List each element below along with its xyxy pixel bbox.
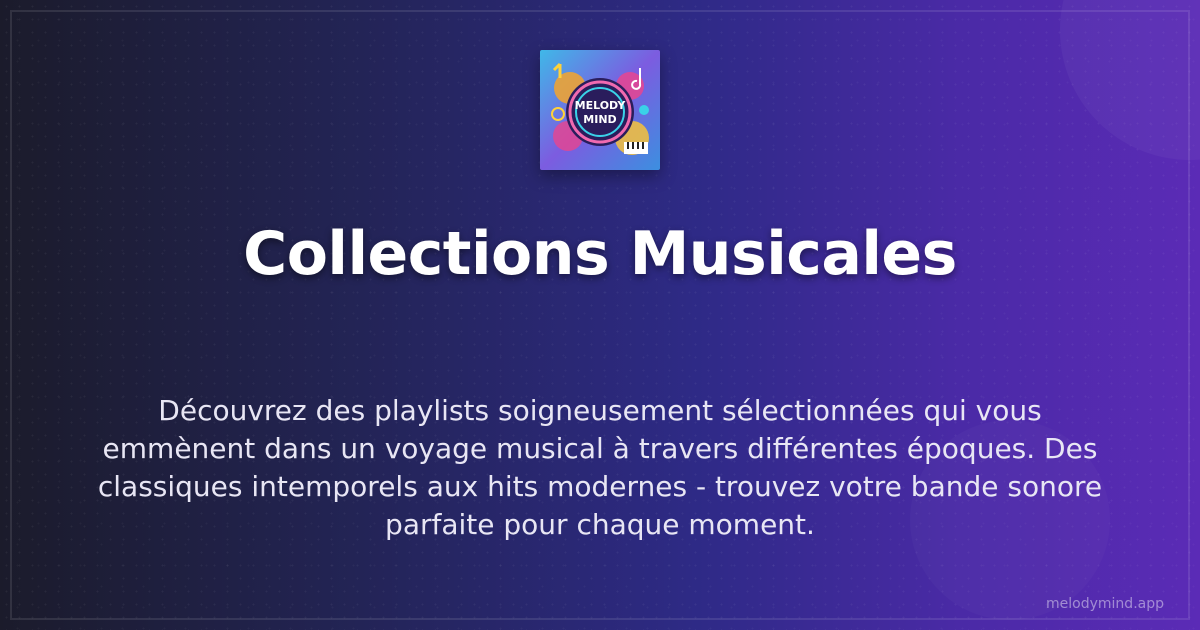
social-preview-card: MELODY MIND Collections Musicales Découv… — [0, 0, 1200, 630]
svg-text:MIND: MIND — [583, 113, 616, 126]
site-url-label: melodymind.app — [1046, 596, 1164, 612]
page-description: Découvrez des playlists soigneusement sé… — [97, 394, 1103, 541]
svg-text:MELODY: MELODY — [575, 99, 627, 112]
melody-mind-logo-icon: MELODY MIND — [540, 50, 660, 170]
page-title: Collections Musicales — [243, 219, 957, 289]
